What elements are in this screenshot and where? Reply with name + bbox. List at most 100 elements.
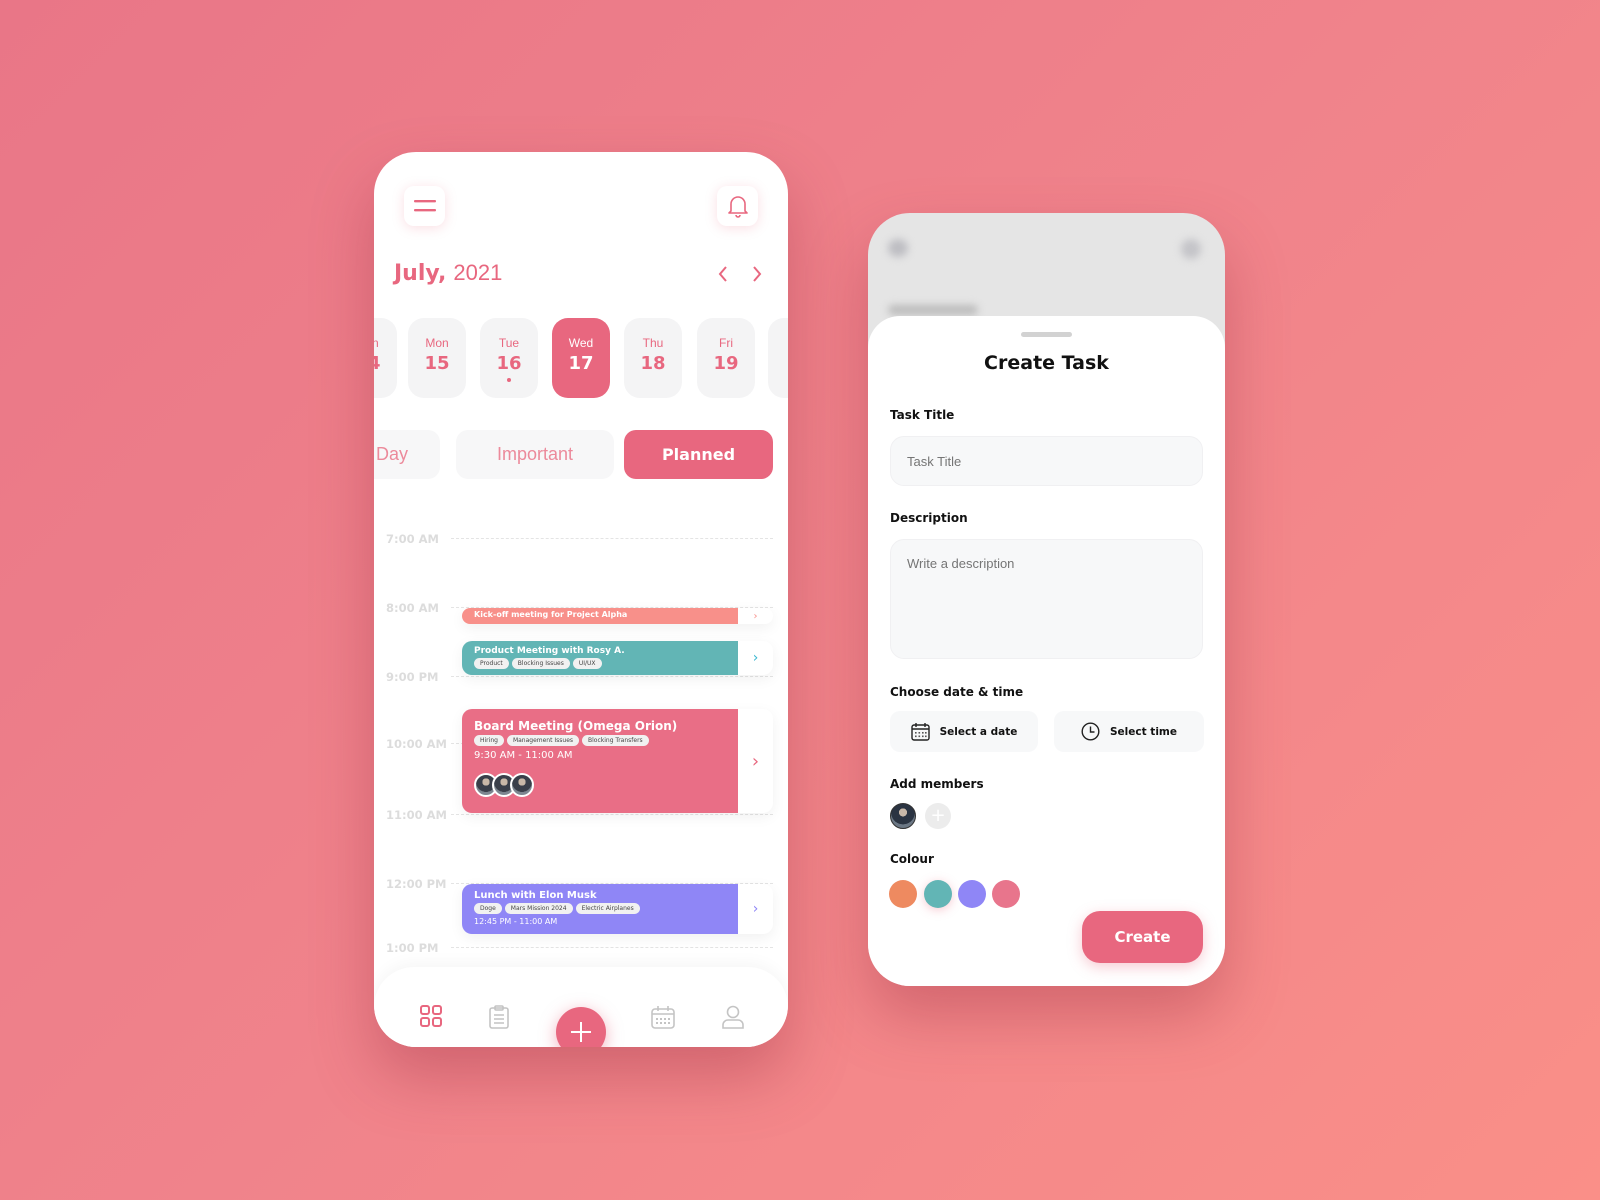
create-task-sheet: Create Task Task Title Description Choos… bbox=[868, 316, 1225, 986]
tag: Blocking Transfers bbox=[582, 735, 649, 746]
task-title-label: Task Title bbox=[890, 408, 955, 422]
colour-label: Colour bbox=[890, 852, 934, 866]
chevron-right-icon[interactable]: › bbox=[738, 608, 773, 624]
colour-swatch-teal[interactable] bbox=[924, 880, 952, 908]
user-icon[interactable] bbox=[722, 1005, 744, 1029]
tag: Mars Mission 2024 bbox=[504, 903, 573, 914]
day-card[interactable] bbox=[768, 318, 788, 398]
time-label: 8:00 AM bbox=[386, 601, 439, 615]
tag: UI/UX bbox=[572, 658, 602, 669]
day-card[interactable]: Sun14 bbox=[374, 318, 397, 398]
sheet-title: Create Task bbox=[984, 352, 1109, 374]
colour-swatch-pink[interactable] bbox=[992, 880, 1020, 908]
create-button[interactable]: Create bbox=[1082, 911, 1203, 963]
divider bbox=[451, 676, 773, 677]
add-task-button[interactable] bbox=[556, 1007, 606, 1047]
event-card[interactable]: Kick-off meeting for Project Alpha › bbox=[462, 608, 773, 624]
tag: Product bbox=[474, 658, 509, 669]
add-member-button[interactable]: + bbox=[925, 803, 951, 829]
select-time-label: Select time bbox=[1110, 725, 1177, 738]
day-card-selected[interactable]: Wed 17 bbox=[552, 318, 610, 398]
calendar-screen: July, 2021 Sun14 Mon 15 Tue 16 Wed 17 Thu 18… bbox=[374, 152, 788, 1047]
blurred-month-title bbox=[888, 305, 978, 315]
time-label: 12:00 PM bbox=[386, 877, 447, 891]
day-number: 16 bbox=[496, 353, 522, 374]
divider bbox=[451, 814, 773, 815]
tag: Management Issues bbox=[506, 735, 580, 746]
datetime-label: Choose date & time bbox=[890, 685, 1024, 699]
hamburger-icon bbox=[413, 200, 436, 212]
description-label: Description bbox=[890, 511, 968, 525]
day-card[interactable]: Tue 16 bbox=[480, 318, 538, 398]
task-title-input[interactable] bbox=[890, 436, 1203, 486]
blurred-bell-icon bbox=[1181, 239, 1201, 259]
drag-handle[interactable] bbox=[1021, 332, 1072, 337]
bottom-nav bbox=[374, 967, 788, 1047]
bell-icon bbox=[727, 196, 748, 218]
event-time: 12:45 PM - 11:00 AM bbox=[474, 917, 558, 926]
day-number: 15 bbox=[424, 353, 450, 374]
event-card[interactable]: Lunch with Elon Musk Doge Mars Mission 20… bbox=[462, 884, 773, 934]
next-month-icon[interactable] bbox=[751, 265, 763, 283]
create-task-screen: Create Task Task Title Description Choos… bbox=[868, 213, 1225, 986]
year: 2021 bbox=[453, 260, 503, 285]
grid-icon[interactable] bbox=[420, 1005, 442, 1027]
plus-icon bbox=[571, 1022, 591, 1042]
month-name: July, bbox=[394, 261, 447, 286]
day-name: Thu bbox=[642, 336, 664, 350]
day-card[interactable]: Fri 19 bbox=[697, 318, 755, 398]
divider bbox=[451, 947, 773, 948]
blurred-menu-icon bbox=[888, 239, 908, 257]
tag: Blocking Issues bbox=[511, 658, 570, 669]
select-date-label: Select a date bbox=[939, 725, 1018, 738]
members-label: Add members bbox=[890, 777, 984, 791]
tab-planned[interactable]: Planned bbox=[624, 430, 773, 479]
calendar-icon bbox=[910, 723, 930, 741]
day-name: Tue bbox=[498, 336, 520, 350]
menu-button[interactable] bbox=[404, 186, 445, 226]
tab-important[interactable]: Important bbox=[456, 430, 614, 479]
avatar bbox=[510, 773, 534, 797]
chevron-right-icon[interactable]: › bbox=[738, 641, 773, 675]
divider bbox=[451, 538, 773, 539]
time-label: 9:00 PM bbox=[386, 670, 439, 684]
calendar-icon[interactable] bbox=[651, 1005, 675, 1029]
event-title: Product Meeting with Rosy A. bbox=[474, 646, 625, 656]
time-label: 1:00 PM bbox=[386, 941, 439, 955]
event-title: Board Meeting (Omega Orion) bbox=[474, 719, 678, 733]
notifications-button[interactable] bbox=[717, 186, 758, 226]
clock-icon bbox=[1081, 722, 1100, 741]
event-dot bbox=[507, 378, 511, 382]
tab-my-day[interactable]: My Day bbox=[374, 430, 440, 479]
member-avatar[interactable] bbox=[890, 803, 916, 829]
select-date-button[interactable]: Select a date bbox=[890, 711, 1038, 752]
month-title: July, 2021 bbox=[394, 260, 502, 286]
time-label: 10:00 AM bbox=[386, 737, 447, 751]
tag: Electric Airplanes bbox=[575, 903, 640, 914]
prev-month-icon[interactable] bbox=[717, 265, 729, 283]
event-card[interactable]: Board Meeting (Omega Orion) Hiring Manage… bbox=[462, 709, 773, 813]
day-number: 18 bbox=[640, 353, 666, 374]
day-card[interactable]: Thu 18 bbox=[624, 318, 682, 398]
select-time-button[interactable]: Select time bbox=[1054, 711, 1204, 752]
chevron-right-icon[interactable]: › bbox=[738, 709, 773, 813]
tag: Doge bbox=[474, 903, 502, 914]
chevron-right-icon[interactable]: › bbox=[738, 884, 773, 934]
event-card[interactable]: Product Meeting with Rosy A. Product Bloc… bbox=[462, 641, 773, 675]
event-title: Lunch with Elon Musk bbox=[474, 890, 597, 901]
day-name: Fri bbox=[719, 336, 733, 350]
description-input[interactable] bbox=[890, 539, 1203, 659]
event-title: Kick-off meeting for Project Alpha bbox=[474, 610, 628, 619]
day-number: 19 bbox=[713, 353, 739, 374]
colour-swatch-orange[interactable] bbox=[889, 880, 917, 908]
time-label: 7:00 AM bbox=[386, 532, 439, 546]
clipboard-icon[interactable] bbox=[489, 1005, 509, 1029]
time-label: 11:00 AM bbox=[386, 808, 447, 822]
event-time: 9:30 AM - 11:00 AM bbox=[474, 750, 573, 761]
day-name: Wed bbox=[568, 336, 594, 350]
plus-icon: + bbox=[930, 805, 946, 826]
colour-swatch-purple[interactable] bbox=[958, 880, 986, 908]
day-number: 17 bbox=[568, 353, 594, 374]
day-name: Mon bbox=[425, 336, 449, 350]
day-card[interactable]: Mon 15 bbox=[408, 318, 466, 398]
